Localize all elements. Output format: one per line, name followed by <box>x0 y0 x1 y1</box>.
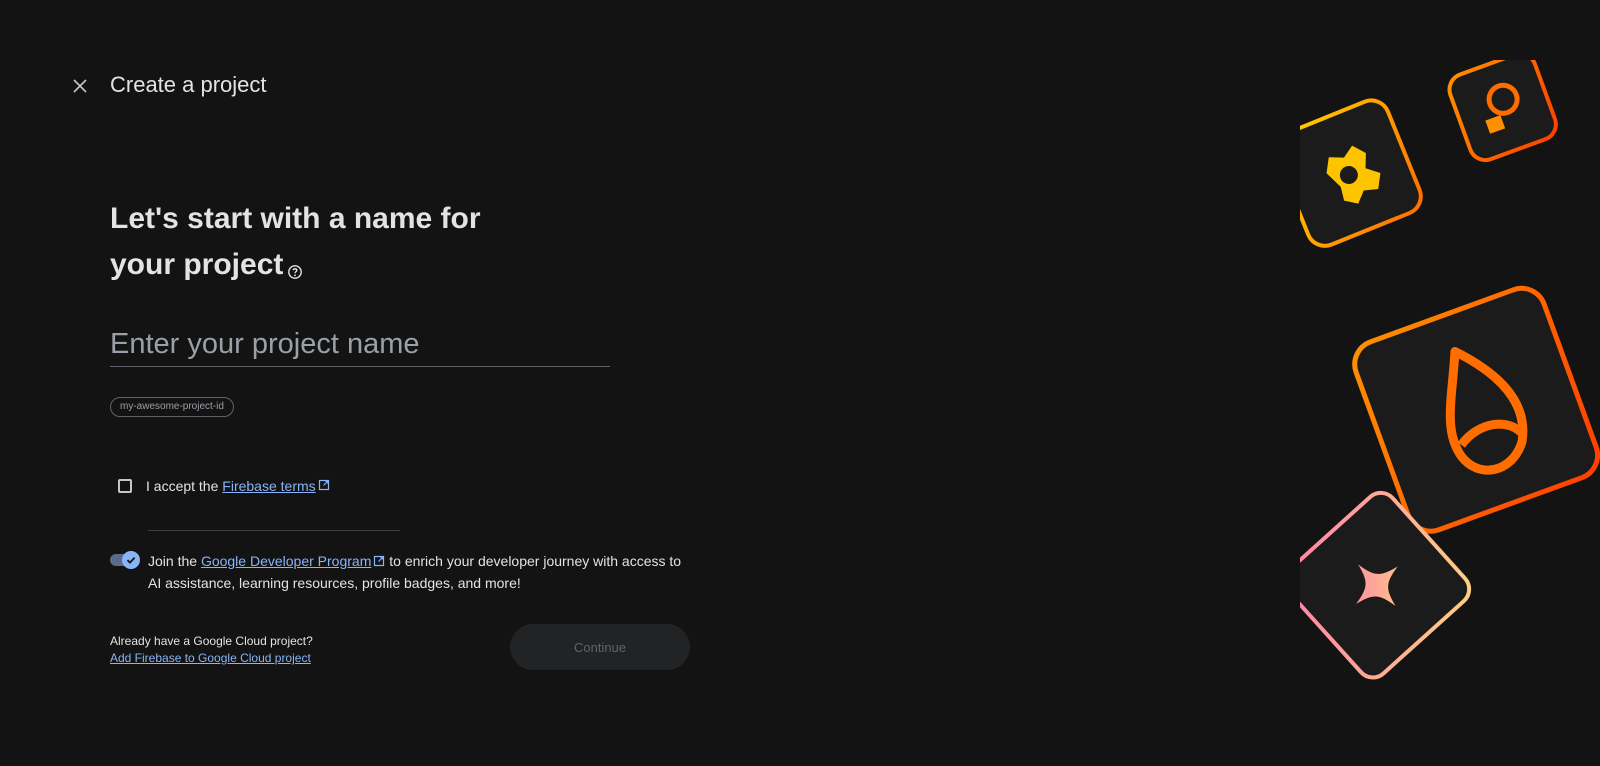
continue-button[interactable]: Continue <box>510 624 690 670</box>
page-headline: Let's start with a name for your project <box>110 196 530 294</box>
add-firebase-to-cloud-link[interactable]: Add Firebase to Google Cloud project <box>110 651 311 665</box>
gdp-toggle[interactable] <box>110 551 140 569</box>
section-divider <box>148 530 400 531</box>
gdp-prefix: Join the <box>148 553 201 569</box>
open-in-new-icon <box>373 552 385 573</box>
close-button[interactable] <box>68 74 92 98</box>
gdp-description: Join the Google Developer Program to enr… <box>148 551 688 594</box>
project-name-input[interactable] <box>110 322 610 367</box>
terms-checkbox[interactable] <box>118 479 132 493</box>
help-circle-icon[interactable] <box>287 248 303 294</box>
firebase-terms-link[interactable]: Firebase terms <box>222 478 315 494</box>
cloud-project-block: Already have a Google Cloud project? Add… <box>110 633 313 667</box>
gdp-row: Join the Google Developer Program to enr… <box>110 551 688 594</box>
toggle-knob <box>122 551 140 569</box>
product-illustration <box>1300 60 1600 710</box>
open-in-new-icon <box>318 478 330 494</box>
google-developer-program-link[interactable]: Google Developer Program <box>201 553 371 569</box>
card-rtdb <box>1447 60 1558 163</box>
page-header-title: Create a project <box>110 72 267 97</box>
close-icon <box>73 79 87 93</box>
terms-prefix: I accept the <box>146 478 223 494</box>
card-gear <box>1300 98 1423 248</box>
terms-row: I accept the Firebase terms <box>118 478 330 494</box>
project-id-chip[interactable]: my-awesome-project-id <box>110 397 234 417</box>
checkmark-icon <box>126 556 136 564</box>
cloud-question: Already have a Google Cloud project? <box>110 634 313 648</box>
